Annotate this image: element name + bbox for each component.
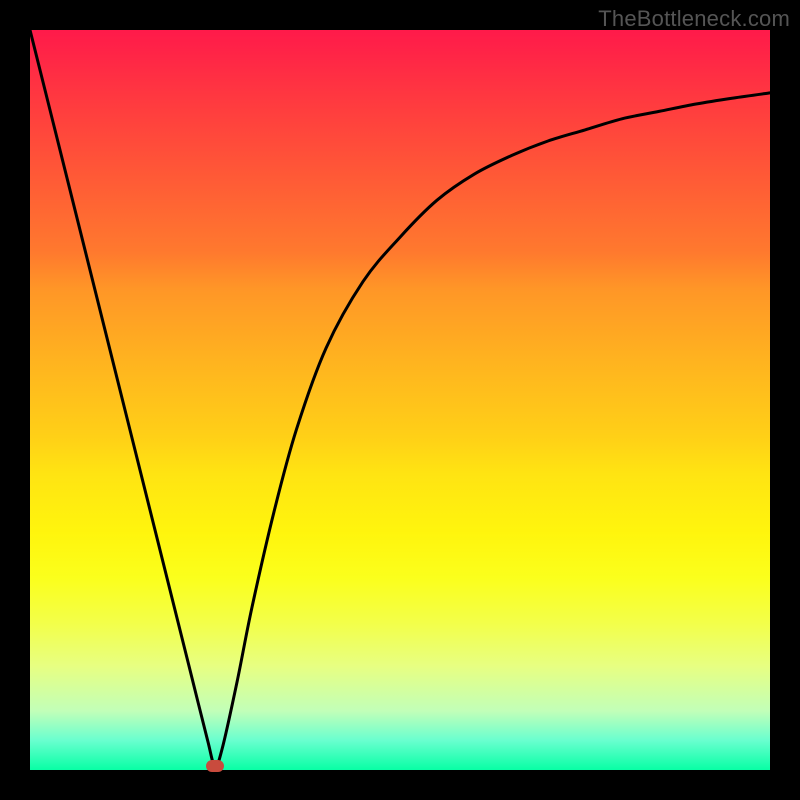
bottleneck-curve — [30, 30, 770, 770]
optimal-point-marker — [206, 760, 224, 772]
watermark-text: TheBottleneck.com — [598, 6, 790, 32]
curve-path — [30, 30, 770, 766]
chart-plot-area — [30, 30, 770, 770]
